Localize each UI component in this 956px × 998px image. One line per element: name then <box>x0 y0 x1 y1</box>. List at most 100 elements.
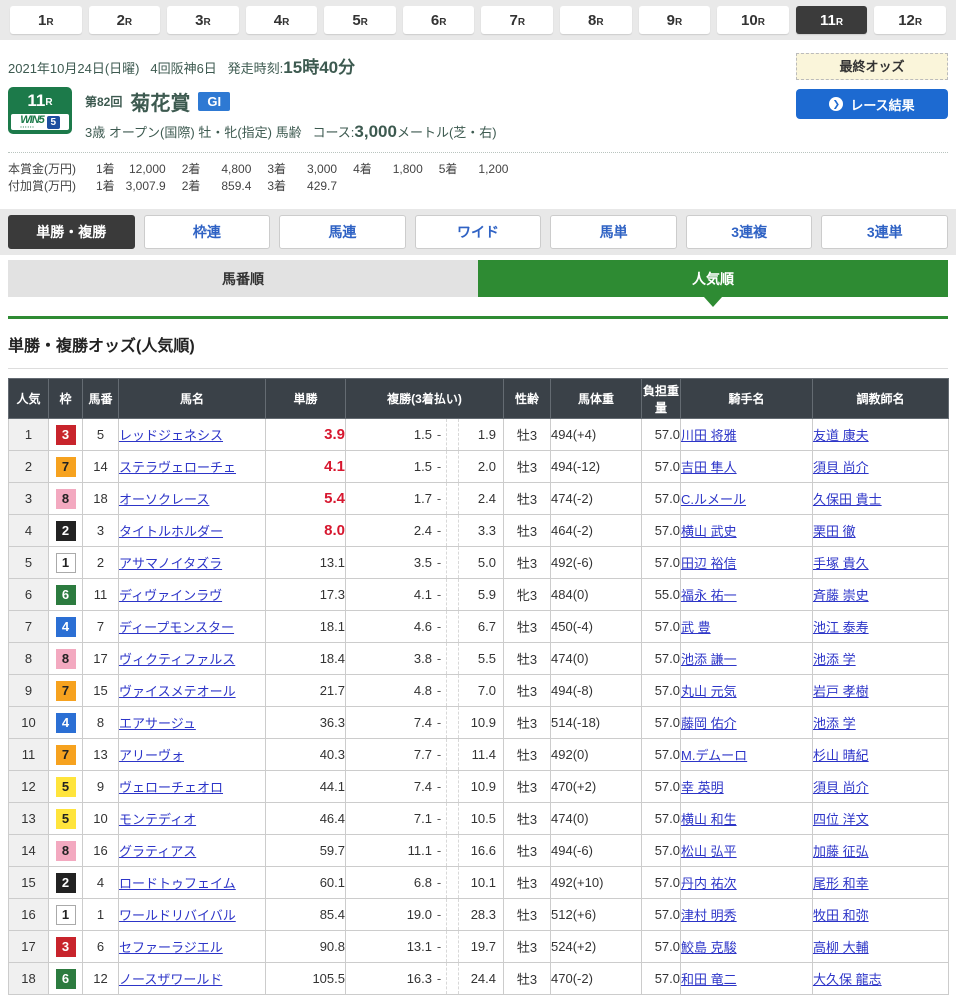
horse-name-link[interactable]: ヴェローチェオロ <box>119 780 223 795</box>
horse-name-link[interactable]: ヴィクティファルス <box>119 652 235 667</box>
jockey-link[interactable]: 丹内 祐次 <box>681 876 737 891</box>
jockey-link[interactable]: 武 豊 <box>681 620 711 635</box>
sex-age-cell: 牡3 <box>504 963 551 995</box>
bet-type-button-3[interactable]: ワイド <box>415 215 542 249</box>
final-odds-button[interactable]: 最終オッズ <box>796 53 948 80</box>
trainer-link[interactable]: 須貝 尚介 <box>813 460 869 475</box>
jockey-link[interactable]: 川田 将雅 <box>681 428 737 443</box>
bet-type-button-1[interactable]: 枠連 <box>144 215 271 249</box>
jockey-link[interactable]: C.ルメール <box>681 492 746 507</box>
race-tab-7r[interactable]: 7R <box>481 6 553 34</box>
jockey-link[interactable]: 田辺 裕信 <box>681 556 737 571</box>
horse-name-link[interactable]: ディープモンスター <box>119 620 234 635</box>
race-tab-9r[interactable]: 9R <box>639 6 711 34</box>
jockey-link[interactable]: 池添 謙一 <box>681 652 737 667</box>
race-tab-8r[interactable]: 8R <box>560 6 632 34</box>
race-tab-6r[interactable]: 6R <box>403 6 475 34</box>
trainer-link[interactable]: 牧田 和弥 <box>813 908 869 923</box>
jockey-link[interactable]: 鮫島 克駿 <box>681 940 737 955</box>
rank-cell: 14 <box>9 835 49 867</box>
trainer-cell: 高柳 大輔 <box>813 931 949 963</box>
jockey-link[interactable]: 福永 祐一 <box>681 588 737 603</box>
trainer-link[interactable]: 友道 康夫 <box>813 428 869 443</box>
trainer-link[interactable]: 加藤 征弘 <box>813 844 869 859</box>
horse-name-link[interactable]: セファーラジエル <box>119 940 223 955</box>
horse-name-cell: ノースザワールド <box>119 963 266 995</box>
load-weight-cell: 57.0 <box>642 643 681 675</box>
jockey-link[interactable]: 横山 武史 <box>681 524 737 539</box>
horse-name-link[interactable]: タイトルホルダー <box>119 524 223 539</box>
race-tab-number: 1 <box>38 12 46 29</box>
jockey-link[interactable]: 津村 明秀 <box>681 908 737 923</box>
jockey-link[interactable]: 松山 弘平 <box>681 844 737 859</box>
tab-popularity-order[interactable]: 人気順 <box>478 260 948 297</box>
table-row: 135レッドジェネシス3.91.5-1.9牡3494(+4)57.0川田 将雅友… <box>9 419 949 451</box>
trainer-link[interactable]: 四位 洋文 <box>813 812 869 827</box>
bet-type-button-5[interactable]: 3連複 <box>686 215 813 249</box>
trainer-link[interactable]: 池添 学 <box>813 716 856 731</box>
horse-name-link[interactable]: アリーヴォ <box>119 748 184 763</box>
horse-name-link[interactable]: ノースザワールド <box>119 972 222 987</box>
bet-type-button-0[interactable]: 単勝・複勝 <box>8 215 135 249</box>
jockey-link[interactable]: 幸 英明 <box>681 780 724 795</box>
range-separator: - <box>432 491 446 506</box>
bet-type-button-4[interactable]: 馬単 <box>550 215 677 249</box>
win-odds-cell: 60.1 <box>266 867 346 899</box>
bet-type-button-6[interactable]: 3連単 <box>821 215 948 249</box>
jockey-link[interactable]: 横山 和生 <box>681 812 737 827</box>
horse-name-link[interactable]: エアサージュ <box>119 716 196 731</box>
section-title: 単勝・複勝オッズ(人気順) <box>0 319 956 368</box>
race-tab-2r[interactable]: 2R <box>89 6 161 34</box>
trainer-link[interactable]: 栗田 徹 <box>813 524 856 539</box>
jockey-link[interactable]: 和田 竜二 <box>681 972 737 987</box>
bet-type-button-2[interactable]: 馬連 <box>279 215 406 249</box>
range-separator: - <box>432 683 446 698</box>
horse-name-link[interactable]: モンテディオ <box>119 812 196 827</box>
horse-name-cell: アリーヴォ <box>119 739 266 771</box>
horse-name-link[interactable]: オーソクレース <box>119 492 209 507</box>
trainer-link[interactable]: 岩戸 孝樹 <box>813 684 869 699</box>
race-tab-number: 7 <box>509 12 517 29</box>
race-tab-1r[interactable]: 1R <box>10 6 82 34</box>
jockey-link[interactable]: M.デムーロ <box>681 748 747 763</box>
horse-name-link[interactable]: ヴァイスメテオール <box>119 684 236 699</box>
trainer-link[interactable]: 池添 学 <box>813 652 856 667</box>
jockey-link[interactable]: 吉田 隼人 <box>681 460 737 475</box>
horse-name-link[interactable]: ステラヴェローチェ <box>119 460 236 475</box>
race-tab-12r[interactable]: 12R <box>874 6 946 34</box>
horse-number-cell: 14 <box>83 451 119 483</box>
place-odds-cell: 4.8-7.0 <box>346 675 504 707</box>
table-row: 6611ディヴァインラヴ17.34.1-5.9牝3484(0)55.0福永 祐一… <box>9 579 949 611</box>
trainer-link[interactable]: 久保田 貴士 <box>813 492 882 507</box>
prize-entry: 5着1,200 <box>439 161 509 178</box>
horse-name-link[interactable]: ロードトゥフェイム <box>119 876 236 891</box>
race-result-button[interactable]: ❯ レース結果 <box>796 89 948 119</box>
trainer-link[interactable]: 杉山 晴紀 <box>813 748 869 763</box>
trainer-link[interactable]: 高柳 大輔 <box>813 940 869 955</box>
horse-name-link[interactable]: アサマノイタズラ <box>119 556 222 571</box>
tab-horse-number-order[interactable]: 馬番順 <box>8 260 478 297</box>
trainer-link[interactable]: 尾形 和幸 <box>813 876 869 891</box>
horse-name-link[interactable]: ディヴァインラヴ <box>119 588 222 603</box>
race-name: 菊花賞 <box>130 87 190 116</box>
place-odds-range: 11.1-16.6 <box>346 835 503 866</box>
horse-name-link[interactable]: ワールドリバイバル <box>119 908 236 923</box>
race-tab-10r[interactable]: 10R <box>717 6 789 34</box>
race-tab-11r[interactable]: 11R <box>796 6 868 34</box>
place-odds-max: 28.3 <box>459 907 503 922</box>
trainer-link[interactable]: 大久保 龍志 <box>813 972 882 987</box>
trainer-link[interactable]: 須貝 尚介 <box>813 780 869 795</box>
race-tab-5r[interactable]: 5R <box>324 6 396 34</box>
jockey-link[interactable]: 丸山 元気 <box>681 684 737 699</box>
trainer-link[interactable]: 斉藤 崇史 <box>813 588 869 603</box>
race-tab-3r[interactable]: 3R <box>167 6 239 34</box>
horse-name-cell: ヴェローチェオロ <box>119 771 266 803</box>
race-tab-4r[interactable]: 4R <box>246 6 318 34</box>
frame-number-badge: 4 <box>56 617 76 637</box>
horse-name-link[interactable]: レッドジェネシス <box>119 428 223 443</box>
jockey-link[interactable]: 藤岡 佑介 <box>681 716 737 731</box>
horse-name-link[interactable]: グラティアス <box>119 844 196 859</box>
trainer-link[interactable]: 手塚 貴久 <box>813 556 869 571</box>
frame-number-badge: 3 <box>56 937 76 957</box>
trainer-link[interactable]: 池江 泰寿 <box>813 620 869 635</box>
